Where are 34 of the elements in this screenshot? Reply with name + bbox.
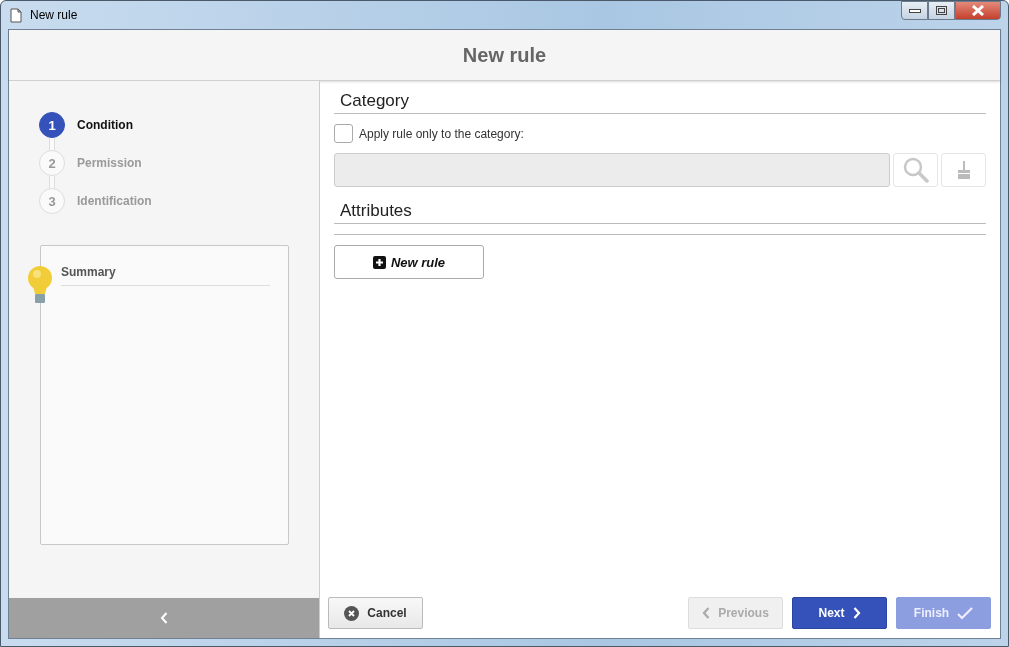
window-title: New rule	[30, 8, 78, 22]
clear-button[interactable]	[941, 153, 986, 187]
checkbox-label: Apply rule only to the category:	[359, 126, 524, 141]
maximize-icon	[936, 6, 947, 15]
section-heading: Category	[334, 91, 986, 114]
chevron-left-icon	[160, 612, 168, 624]
section-heading: Attributes	[334, 201, 986, 224]
search-button[interactable]	[893, 153, 938, 187]
dialog-title: New rule	[462, 43, 547, 67]
summary-title: Summary	[61, 265, 270, 286]
document-icon	[10, 7, 22, 23]
chevron-right-icon	[852, 607, 861, 619]
checkbox[interactable]	[334, 124, 353, 143]
step-label[interactable]: Condition	[77, 118, 133, 132]
new-rule-button[interactable]: New rule	[334, 245, 484, 279]
broom-icon	[955, 160, 972, 180]
next-button[interactable]: Next	[792, 597, 887, 629]
checkmark-icon	[957, 606, 974, 620]
step-number: 3	[39, 188, 65, 214]
chevron-left-icon	[702, 607, 711, 619]
search-icon	[902, 157, 929, 183]
plus-icon	[372, 255, 386, 269]
lightbulb-icon	[26, 265, 54, 305]
step-connector	[49, 176, 55, 188]
step-number: 1	[39, 112, 65, 138]
minimize-icon	[908, 8, 921, 13]
close-button[interactable]	[955, 1, 1001, 20]
close-icon	[971, 5, 985, 16]
minimize-button[interactable]	[901, 1, 928, 20]
step-connector	[49, 138, 55, 150]
maximize-button[interactable]	[928, 1, 955, 20]
cancel-button[interactable]: Cancel	[328, 597, 423, 629]
close-circle-icon	[344, 605, 360, 621]
step-number: 2	[39, 150, 65, 176]
